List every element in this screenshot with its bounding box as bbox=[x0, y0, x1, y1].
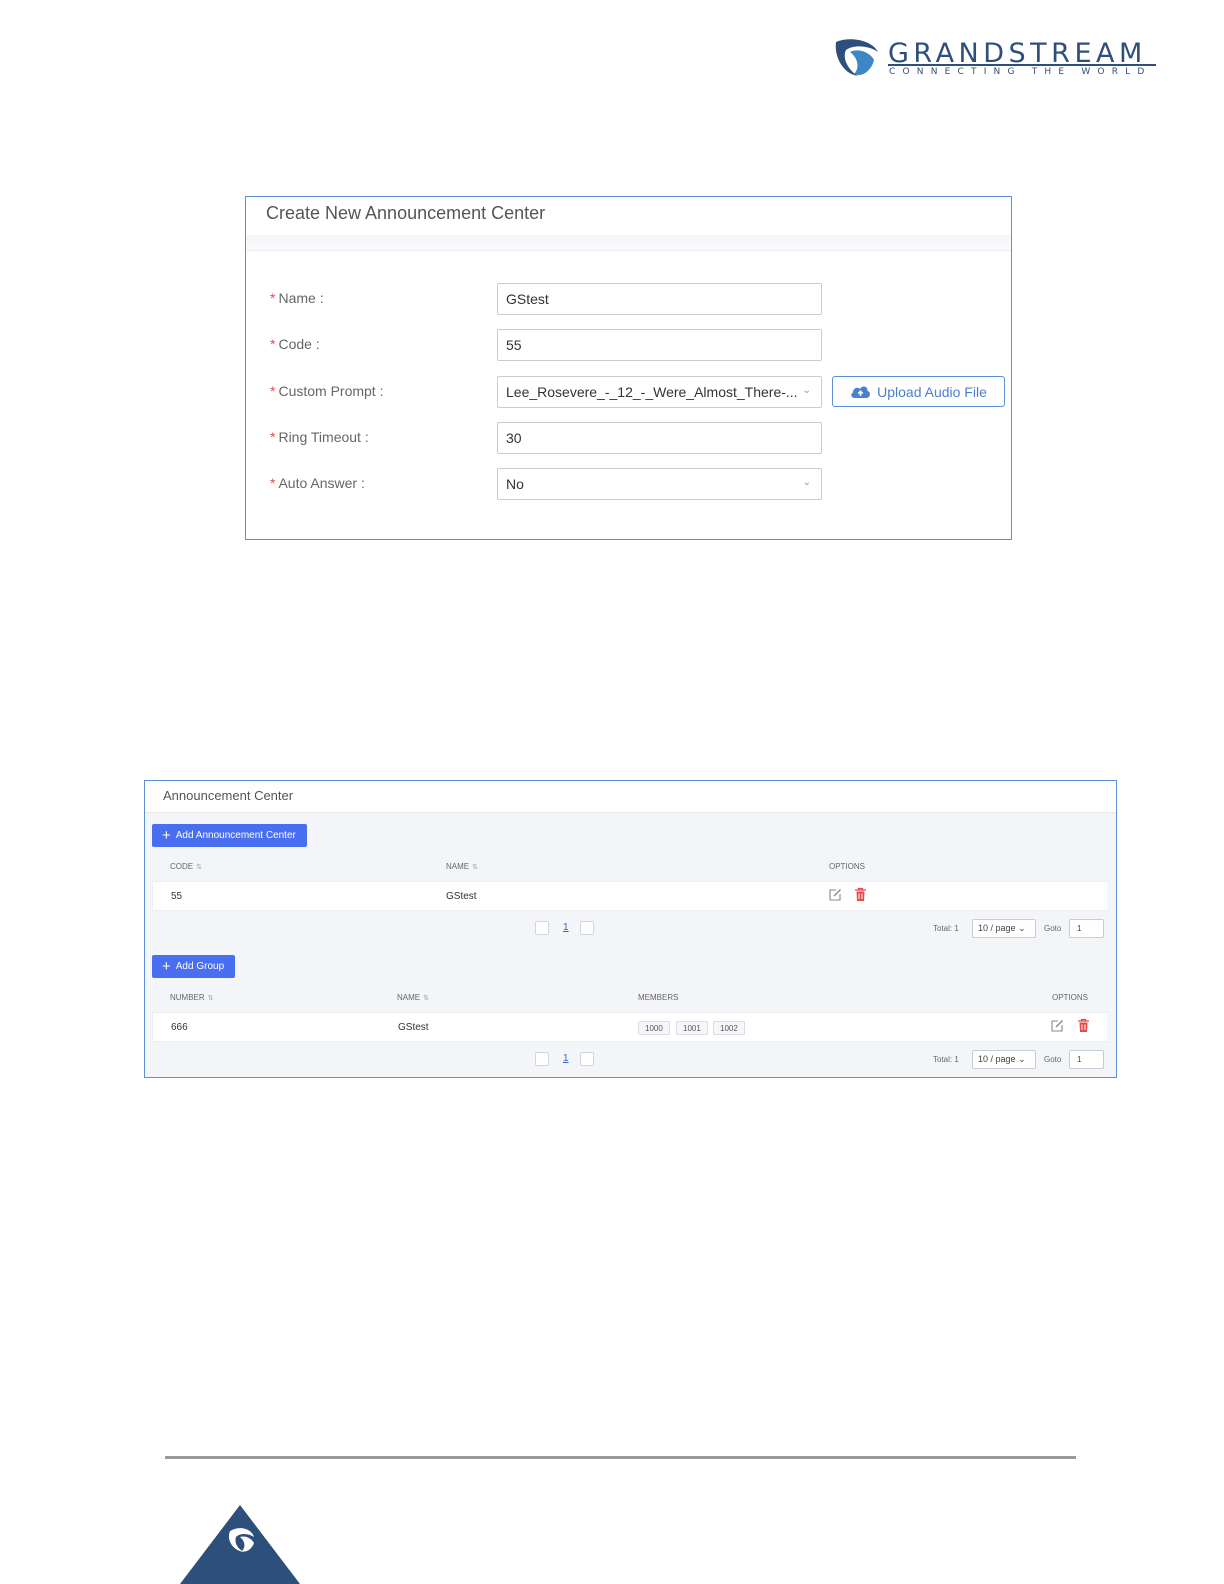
table-row: 55 GStest bbox=[152, 881, 1109, 911]
table-row: 666 GStest 1000 1001 1002 bbox=[152, 1012, 1109, 1042]
sort-icon: ⇅ bbox=[207, 995, 214, 1002]
sort-icon: ⇅ bbox=[472, 864, 478, 871]
pagination-total: Total: 1 bbox=[933, 924, 959, 933]
sort-icon: ⇅ bbox=[196, 864, 202, 871]
custom-prompt-row: * Custom Prompt : Lee_Rosevere_-_12_-_Wer… bbox=[246, 376, 1011, 408]
auto-answer-label: * Auto Answer : bbox=[270, 475, 365, 491]
column-header-options: OPTIONS bbox=[829, 862, 866, 871]
add-group-button[interactable]: + Add Group bbox=[152, 955, 236, 978]
panel-header: Announcement Center bbox=[145, 781, 1116, 813]
panel-title: Announcement Center bbox=[163, 788, 294, 803]
announcement-center-panel: Announcement Center + Add Announcement C… bbox=[144, 780, 1117, 1078]
row-number: 666 bbox=[171, 1022, 188, 1033]
member-tag: 1002 bbox=[713, 1021, 745, 1035]
member-tag: 1001 bbox=[676, 1021, 708, 1035]
column-header-name[interactable]: NAME ⇅ bbox=[446, 862, 478, 871]
upload-audio-file-button[interactable]: Upload Audio File bbox=[832, 376, 1005, 407]
add-group-label: Add Group bbox=[175, 961, 225, 972]
create-announcement-dialog: Create New Announcement Center * Name : G… bbox=[245, 196, 1012, 540]
custom-prompt-label: * Custom Prompt : bbox=[270, 383, 384, 399]
goto-label: Goto bbox=[1044, 1055, 1062, 1064]
chevron-down-icon: ⌄ bbox=[802, 477, 811, 488]
custom-prompt-value: Lee_Rosevere_-_12_-_Were_Almost_There-..… bbox=[506, 384, 798, 400]
upload-audio-file-label: Upload Audio File bbox=[877, 383, 987, 400]
column-header-number[interactable]: NUMBER ⇅ bbox=[170, 993, 214, 1002]
row-code: 55 bbox=[171, 891, 183, 902]
pagination-prev-button[interactable] bbox=[535, 1052, 549, 1066]
name-label: * Name : bbox=[270, 290, 324, 306]
delete-icon[interactable] bbox=[854, 887, 867, 902]
custom-prompt-select[interactable]: Lee_Rosevere_-_12_-_Were_Almost_There-..… bbox=[497, 376, 822, 408]
code-row: * Code : 55 bbox=[246, 329, 1011, 361]
row-name: GStest bbox=[398, 1022, 429, 1033]
footer-logo-icon bbox=[180, 1505, 300, 1584]
pagination-next-button[interactable] bbox=[580, 921, 594, 935]
grandstream-logo: GRANDSTREAM CONNECTING THE WORLD bbox=[834, 38, 1164, 82]
ring-timeout-input[interactable]: 30 bbox=[497, 422, 822, 454]
chevron-down-icon: ⌄ bbox=[1018, 923, 1026, 933]
delete-icon[interactable] bbox=[1077, 1018, 1090, 1033]
grandstream-logo-icon bbox=[835, 39, 878, 76]
column-header-name[interactable]: NAME ⇅ bbox=[397, 993, 429, 1002]
footer-divider bbox=[165, 1456, 1076, 1459]
logo-tagline: CONNECTING THE WORLD bbox=[889, 67, 1152, 77]
goto-input[interactable]: 1 bbox=[1069, 1050, 1104, 1069]
logo-underline bbox=[888, 64, 1156, 66]
page-size-select[interactable]: 10 / page ⌄ bbox=[972, 1050, 1036, 1069]
ring-timeout-row: * Ring Timeout : 30 bbox=[246, 422, 1011, 454]
plus-icon: + bbox=[162, 958, 171, 975]
column-header-options: OPTIONS bbox=[1052, 993, 1089, 1002]
member-tag: 1000 bbox=[638, 1021, 670, 1035]
goto-label: Goto bbox=[1044, 924, 1062, 933]
dialog-header-divider bbox=[246, 235, 1011, 251]
pagination-total: Total: 1 bbox=[933, 1055, 959, 1064]
plus-icon: + bbox=[162, 827, 171, 844]
chevron-down-icon: ⌄ bbox=[802, 385, 811, 396]
edit-icon[interactable] bbox=[1050, 1019, 1064, 1033]
auto-answer-row: * Auto Answer : No ⌄ bbox=[246, 468, 1011, 500]
chevron-down-icon: ⌄ bbox=[1018, 1054, 1026, 1064]
pagination-page[interactable]: 1 bbox=[563, 922, 569, 933]
name-input[interactable]: GStest bbox=[497, 283, 822, 315]
add-announcement-center-label: Add Announcement Center bbox=[175, 830, 296, 841]
code-input[interactable]: 55 bbox=[497, 329, 822, 361]
name-row: * Name : GStest bbox=[246, 283, 1011, 315]
add-announcement-center-button[interactable]: + Add Announcement Center bbox=[152, 824, 307, 847]
edit-icon[interactable] bbox=[828, 888, 842, 902]
column-header-code[interactable]: CODE ⇅ bbox=[170, 862, 202, 871]
pagination-prev-button[interactable] bbox=[535, 921, 549, 935]
code-label: * Code : bbox=[270, 336, 320, 352]
sort-icon: ⇅ bbox=[423, 995, 429, 1002]
pagination-page[interactable]: 1 bbox=[563, 1053, 569, 1064]
pagination-next-button[interactable] bbox=[580, 1052, 594, 1066]
auto-answer-select[interactable]: No ⌄ bbox=[497, 468, 822, 500]
page-size-select[interactable]: 10 / page ⌄ bbox=[972, 919, 1036, 938]
cloud-upload-icon bbox=[851, 386, 871, 398]
column-header-members: MEMBERS bbox=[638, 993, 679, 1002]
goto-input[interactable]: 1 bbox=[1069, 919, 1104, 938]
row-name: GStest bbox=[446, 891, 477, 902]
ring-timeout-label: * Ring Timeout : bbox=[270, 429, 369, 445]
auto-answer-value: No bbox=[506, 476, 524, 492]
dialog-title: Create New Announcement Center bbox=[266, 203, 546, 223]
